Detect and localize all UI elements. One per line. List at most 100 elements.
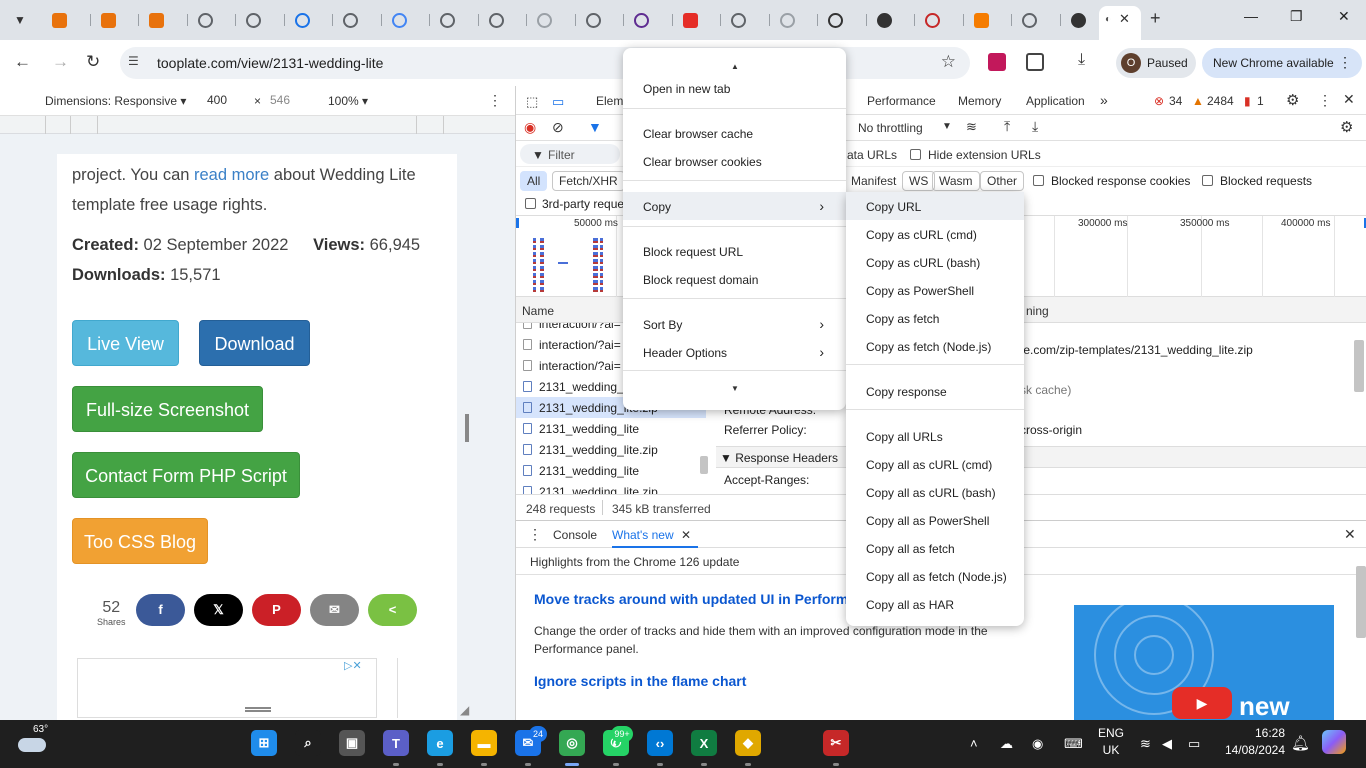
resize-handle-right[interactable]	[465, 414, 469, 442]
hide-extension-checkbox[interactable]	[910, 149, 921, 160]
request-row[interactable]: 2131_wedding_lite.zip	[516, 481, 706, 494]
browser-tab[interactable]	[723, 6, 772, 34]
request-row[interactable]: 2131_wedding_lite	[516, 460, 706, 481]
tab-performance[interactable]: Performance	[867, 94, 936, 108]
keyboard-icon[interactable]: ⌨	[1064, 736, 1083, 752]
third-party-checkbox[interactable]	[525, 198, 536, 209]
teams-icon[interactable]: T	[383, 730, 409, 756]
menu-item-block-domain[interactable]: Block request domain	[623, 265, 846, 293]
browser-tab[interactable]	[675, 6, 724, 34]
error-count[interactable]: 34	[1169, 94, 1182, 108]
update-chrome-button[interactable]: New Chrome available ⋮	[1202, 48, 1362, 78]
downloads-icon[interactable]: ⤓	[1078, 51, 1096, 69]
facebook-icon[interactable]: f	[136, 594, 185, 626]
file-explorer-icon[interactable]: ▬	[471, 730, 497, 756]
warning-icon[interactable]: ▲	[1192, 94, 1204, 108]
issues-icon[interactable]: ▮	[1244, 94, 1251, 108]
copy-menu-item[interactable]: Copy all URLs	[846, 422, 1024, 450]
url-text[interactable]: tooplate.com/view/2131-wedding-lite	[157, 55, 383, 71]
browser-tab[interactable]	[1014, 6, 1063, 34]
type-chip-all[interactable]: All	[520, 171, 548, 191]
drawer-tab-whats-new[interactable]: What's new ✕	[612, 521, 698, 548]
vscode-icon[interactable]: ‹›	[647, 730, 673, 756]
copy-menu-item[interactable]: Copy as PowerShell	[846, 276, 1024, 304]
site-info-icon[interactable]: ☰	[128, 54, 139, 68]
ad-close-icon[interactable]: ▷✕	[344, 659, 362, 672]
blocked-requests-checkbox[interactable]	[1202, 175, 1213, 186]
type-chip-ws[interactable]: WS	[902, 171, 936, 191]
inspect-element-icon[interactable]: ⬚	[526, 94, 538, 110]
onedrive-icon[interactable]: ☁	[1000, 736, 1013, 752]
browser-tab[interactable]	[966, 6, 1015, 34]
resize-handle-corner[interactable]: ◢	[460, 703, 469, 717]
search-icon[interactable]: ⌕	[295, 730, 321, 756]
drawer-tab-console[interactable]: Console	[553, 528, 597, 542]
browser-tab[interactable]	[93, 6, 142, 34]
drawer-scrollbar[interactable]	[1356, 566, 1366, 638]
copy-menu-item[interactable]: Copy all as fetch (Node.js)	[846, 562, 1024, 590]
download-button[interactable]: Download	[199, 320, 310, 366]
news-title-link[interactable]: Move tracks around with updated UI in Pe…	[534, 591, 848, 607]
request-row[interactable]: 2131_wedding_lite	[516, 418, 706, 439]
profile-button[interactable]: O Paused	[1116, 48, 1196, 78]
close-tab-icon[interactable]: ✕	[681, 528, 691, 542]
copy-menu-item[interactable]: Copy as fetch (Node.js)	[846, 332, 1024, 360]
network-status-icon[interactable]: ◉	[1032, 736, 1043, 752]
minimize-button[interactable]: —	[1244, 8, 1258, 24]
reload-icon[interactable]: ↻	[86, 52, 100, 72]
news-title-link[interactable]: Ignore scripts in the flame chart	[534, 673, 746, 689]
clear-icon[interactable]: ⊘	[552, 119, 564, 136]
tab-search-button[interactable]: ▼	[8, 8, 32, 32]
tab-application[interactable]: Application	[1026, 94, 1085, 108]
email-icon[interactable]: ✉	[310, 594, 359, 626]
new-tab-button[interactable]: +	[1150, 8, 1161, 29]
import-har-icon[interactable]: ⤒	[1004, 118, 1010, 135]
response-headers-section[interactable]: ▼ Response Headers	[716, 446, 1366, 468]
volume-icon[interactable]: ◀	[1162, 736, 1172, 752]
extension-icon[interactable]	[988, 53, 1006, 71]
task-view-icon[interactable]: ▣	[339, 730, 365, 756]
column-timing[interactable]: ning	[1026, 304, 1049, 318]
browser-tab[interactable]	[772, 6, 821, 34]
copy-menu-item[interactable]: Copy as fetch	[846, 304, 1024, 332]
edge-icon[interactable]: e	[427, 730, 453, 756]
network-conditions-icon[interactable]: ≋	[966, 119, 977, 135]
menu-item-copy[interactable]: Copy ›	[623, 192, 846, 220]
close-devtools-icon[interactable]: ✕	[1343, 91, 1355, 108]
back-arrow-icon[interactable]: ←	[14, 52, 31, 72]
resize-handle-bottom[interactable]	[245, 707, 271, 712]
browser-tab[interactable]	[141, 6, 190, 34]
filter-funnel-icon[interactable]: ▼	[588, 119, 602, 135]
menu-dots-icon[interactable]: ⋮	[1338, 54, 1352, 71]
bookmark-star-icon[interactable]: ☆	[941, 52, 956, 72]
close-window-button[interactable]: ✕	[1338, 8, 1350, 25]
type-chip-other[interactable]: Other	[980, 171, 1025, 191]
browser-tab[interactable]	[481, 6, 530, 34]
details-scrollbar[interactable]	[1354, 340, 1364, 392]
browser-tab[interactable]	[287, 6, 336, 34]
css-blog-button[interactable]: Too CSS Blog	[72, 518, 208, 564]
video-thumbnail[interactable]: ▶ new	[1074, 605, 1334, 720]
windows-start-icon[interactable]: ⊞	[251, 730, 277, 756]
browser-tab[interactable]	[190, 6, 239, 34]
blocked-cookies-checkbox[interactable]	[1033, 175, 1044, 186]
copy-menu-item[interactable]: Copy response	[846, 377, 1024, 405]
throttling-select[interactable]: No throttling	[858, 121, 923, 135]
forward-arrow-icon[interactable]: →	[52, 52, 69, 72]
export-har-icon[interactable]: ⤓	[1032, 118, 1038, 135]
copy-menu-item[interactable]: Copy as cURL (cmd)	[846, 220, 1024, 248]
menu-item-open-new-tab[interactable]: Open in new tab	[623, 74, 846, 102]
browser-tab[interactable]	[238, 6, 287, 34]
copy-menu-item[interactable]: Copy all as fetch	[846, 534, 1024, 562]
pinterest-icon[interactable]: P	[252, 594, 301, 626]
menu-item-sort-by[interactable]: Sort By ›	[623, 310, 846, 338]
live-view-button[interactable]: Live View	[72, 320, 179, 366]
language-indicator[interactable]: ENG UK	[1096, 725, 1126, 759]
request-row[interactable]: 2131_wedding_lite.zip	[516, 439, 706, 460]
type-chip-wasm[interactable]: Wasm	[932, 171, 980, 191]
copy-menu-item[interactable]: Copy all as PowerShell	[846, 506, 1024, 534]
copy-menu-item[interactable]: Copy all as HAR	[846, 590, 1024, 618]
copy-menu-item[interactable]: Copy all as cURL (cmd)	[846, 450, 1024, 478]
menu-item-clear-cookies[interactable]: Clear browser cookies	[623, 147, 846, 175]
browser-tab[interactable]	[578, 6, 627, 34]
